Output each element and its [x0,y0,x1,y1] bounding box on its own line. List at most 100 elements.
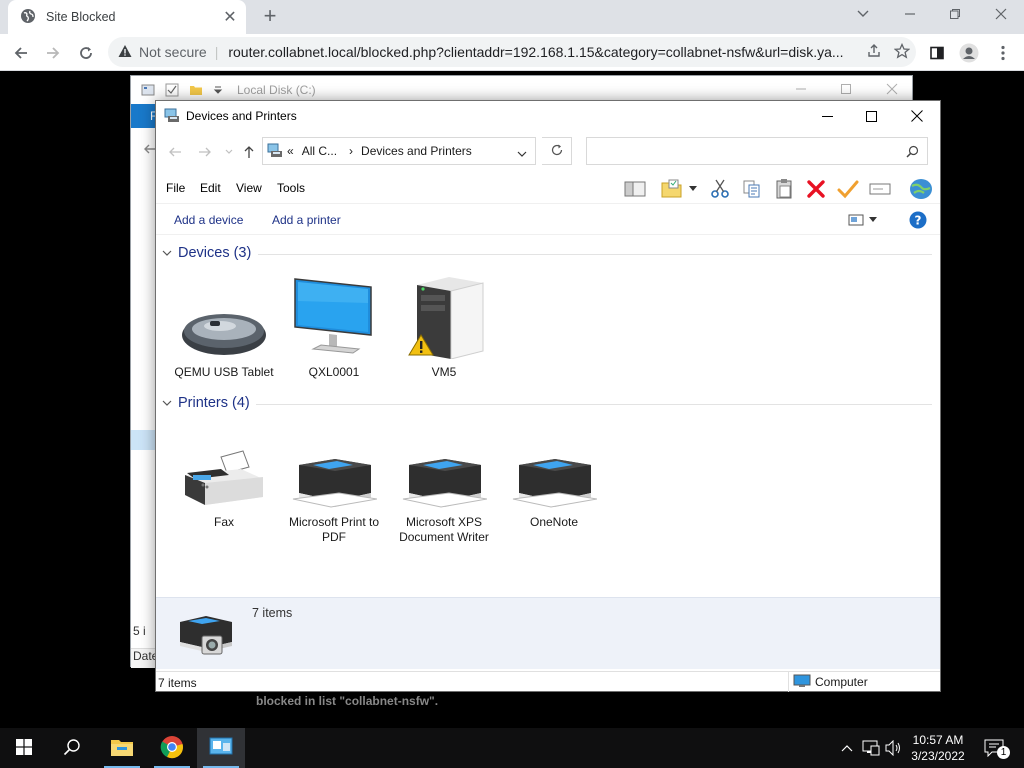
device-item[interactable]: QEMU USB Tablet [170,271,278,380]
address-row: « All C... › Devices and Printers [156,135,940,167]
file-ribbon-tab[interactable]: F [131,104,157,128]
close-window-icon[interactable] [986,4,1016,26]
printer-icon [390,421,498,509]
kebab-menu-icon[interactable] [990,40,1016,66]
devices-group-divider [258,254,932,255]
search-input[interactable] [586,137,928,165]
network-icon[interactable] [860,728,882,768]
taskbar-chrome[interactable] [148,728,196,768]
collapse-chevron-icon[interactable] [162,246,172,260]
printer-icon [500,421,608,509]
show-hidden-icons-button[interactable] [838,728,856,768]
menu-tools[interactable]: Tools [277,181,305,195]
minimize-icon[interactable] [804,101,850,131]
forward-arrow-icon[interactable] [196,143,214,161]
paste-icon[interactable] [772,177,796,201]
close-tab-icon[interactable]: ✕ [220,7,240,27]
properties-icon [141,83,155,97]
printer-item[interactable]: Microsoft XPS Document Writer [390,421,498,545]
bg-selected-row[interactable] [131,430,157,450]
address-dropdown-icon[interactable] [517,147,527,161]
taskbar-search-button[interactable] [48,728,96,768]
bg-close-icon[interactable] [877,79,907,101]
cut-icon[interactable] [708,177,732,201]
printer-item[interactable]: Fax [170,421,278,530]
restore-icon[interactable] [940,4,970,26]
address-root-chevron[interactable]: « [287,144,294,158]
folder-options-dropdown-icon[interactable] [686,177,700,201]
notification-count-badge: 1 [997,746,1010,759]
volume-icon[interactable] [884,728,904,768]
close-icon[interactable] [894,101,940,131]
maximize-icon[interactable] [848,101,894,131]
status-item-count: 7 items [158,676,197,690]
device-label-qemu-usb-tablet: QEMU USB Tablet [174,365,274,379]
menu-edit[interactable]: Edit [200,181,221,195]
devices-folder-icon [176,612,234,663]
breadcrumb-all-control-panel[interactable]: All C... [302,144,337,158]
address-box[interactable]: « All C... › Devices and Printers [262,137,536,165]
bg-item-count: 5 i [133,624,146,638]
help-icon[interactable]: ? [906,208,930,232]
bookmark-star-icon[interactable] [893,42,911,62]
taskbar-control-panel[interactable] [197,728,245,768]
menu-view[interactable]: View [236,181,262,195]
system-clock[interactable]: 10:57 AM 3/23/2022 [902,732,974,764]
collapse-chevron-icon[interactable] [162,396,172,410]
add-device-button[interactable]: Add a device [174,213,243,227]
notification-icon: 1 [984,739,1010,759]
printers-group-header[interactable]: Printers (4) [162,392,250,414]
device-item[interactable]: VM5 [390,271,498,380]
windows-globe-icon[interactable] [906,177,936,201]
printer-label-microsoft-print-to-pdf: Microsoft Print to PDF [288,515,380,544]
notification-center-button[interactable]: 1 [980,728,1010,768]
devices-group-header[interactable]: Devices (3) [162,242,251,264]
reload-icon[interactable] [73,40,99,66]
profile-avatar-icon[interactable] [956,40,982,66]
side-panel-icon[interactable] [924,40,950,66]
not-secure-label[interactable]: Not secure [139,44,207,60]
address-bar[interactable]: Not secure | router.collabnet.local/bloc… [108,37,916,67]
details-item-count: 7 items [252,606,293,620]
device-item[interactable]: QXL0001 [280,271,388,380]
copy-icon[interactable] [740,177,764,201]
clock-time: 10:57 AM [912,733,964,747]
clock-date: 3/23/2022 [911,749,965,763]
new-tab-button[interactable]: + [258,5,282,29]
back-arrow-icon[interactable] [166,143,184,161]
forward-arrow-icon[interactable] [40,40,66,66]
taskbar-file-explorer[interactable] [98,728,146,768]
share-icon[interactable] [866,43,882,62]
url-text[interactable]: router.collabnet.local/blocked.php?clien… [228,44,843,60]
search-icon[interactable] [906,145,919,161]
menu-file[interactable]: File [166,181,185,195]
rename-icon[interactable] [868,177,892,201]
breadcrumb-separator[interactable]: › [349,144,353,158]
printer-item[interactable]: OneNote [500,421,608,530]
menu-bar: File Edit View Tools [156,175,940,201]
printer-item[interactable]: Microsoft Print to PDF [280,421,388,545]
breadcrumb-devices-printers[interactable]: Devices and Printers [361,144,472,158]
recent-locations-icon[interactable] [220,143,238,161]
browser-tab-site-blocked[interactable]: Site Blocked ✕ [8,0,246,34]
start-button[interactable] [0,728,48,768]
tab-search-icon[interactable] [848,4,878,26]
devices-printers-window[interactable]: Devices and Printers « All C... › Device… [155,100,941,692]
refresh-button[interactable] [542,137,572,165]
bg-minimize-icon[interactable] [786,79,816,101]
printer-icon [280,421,388,509]
back-arrow-icon[interactable] [8,40,34,66]
up-arrow-icon[interactable] [240,143,258,161]
view-options-dropdown-icon[interactable] [866,208,880,232]
preview-pane-icon[interactable] [623,177,647,201]
change-view-icon[interactable] [844,208,868,232]
bg-maximize-icon[interactable] [831,79,861,101]
windows-logo-icon [16,738,32,758]
minimize-icon[interactable] [895,4,925,26]
status-location: Computer [788,672,940,692]
add-printer-button[interactable]: Add a printer [272,213,341,227]
refresh-icon [550,143,564,160]
folder-options-icon[interactable] [660,177,684,201]
delete-icon[interactable] [804,177,828,201]
properties-check-icon[interactable] [836,177,860,201]
